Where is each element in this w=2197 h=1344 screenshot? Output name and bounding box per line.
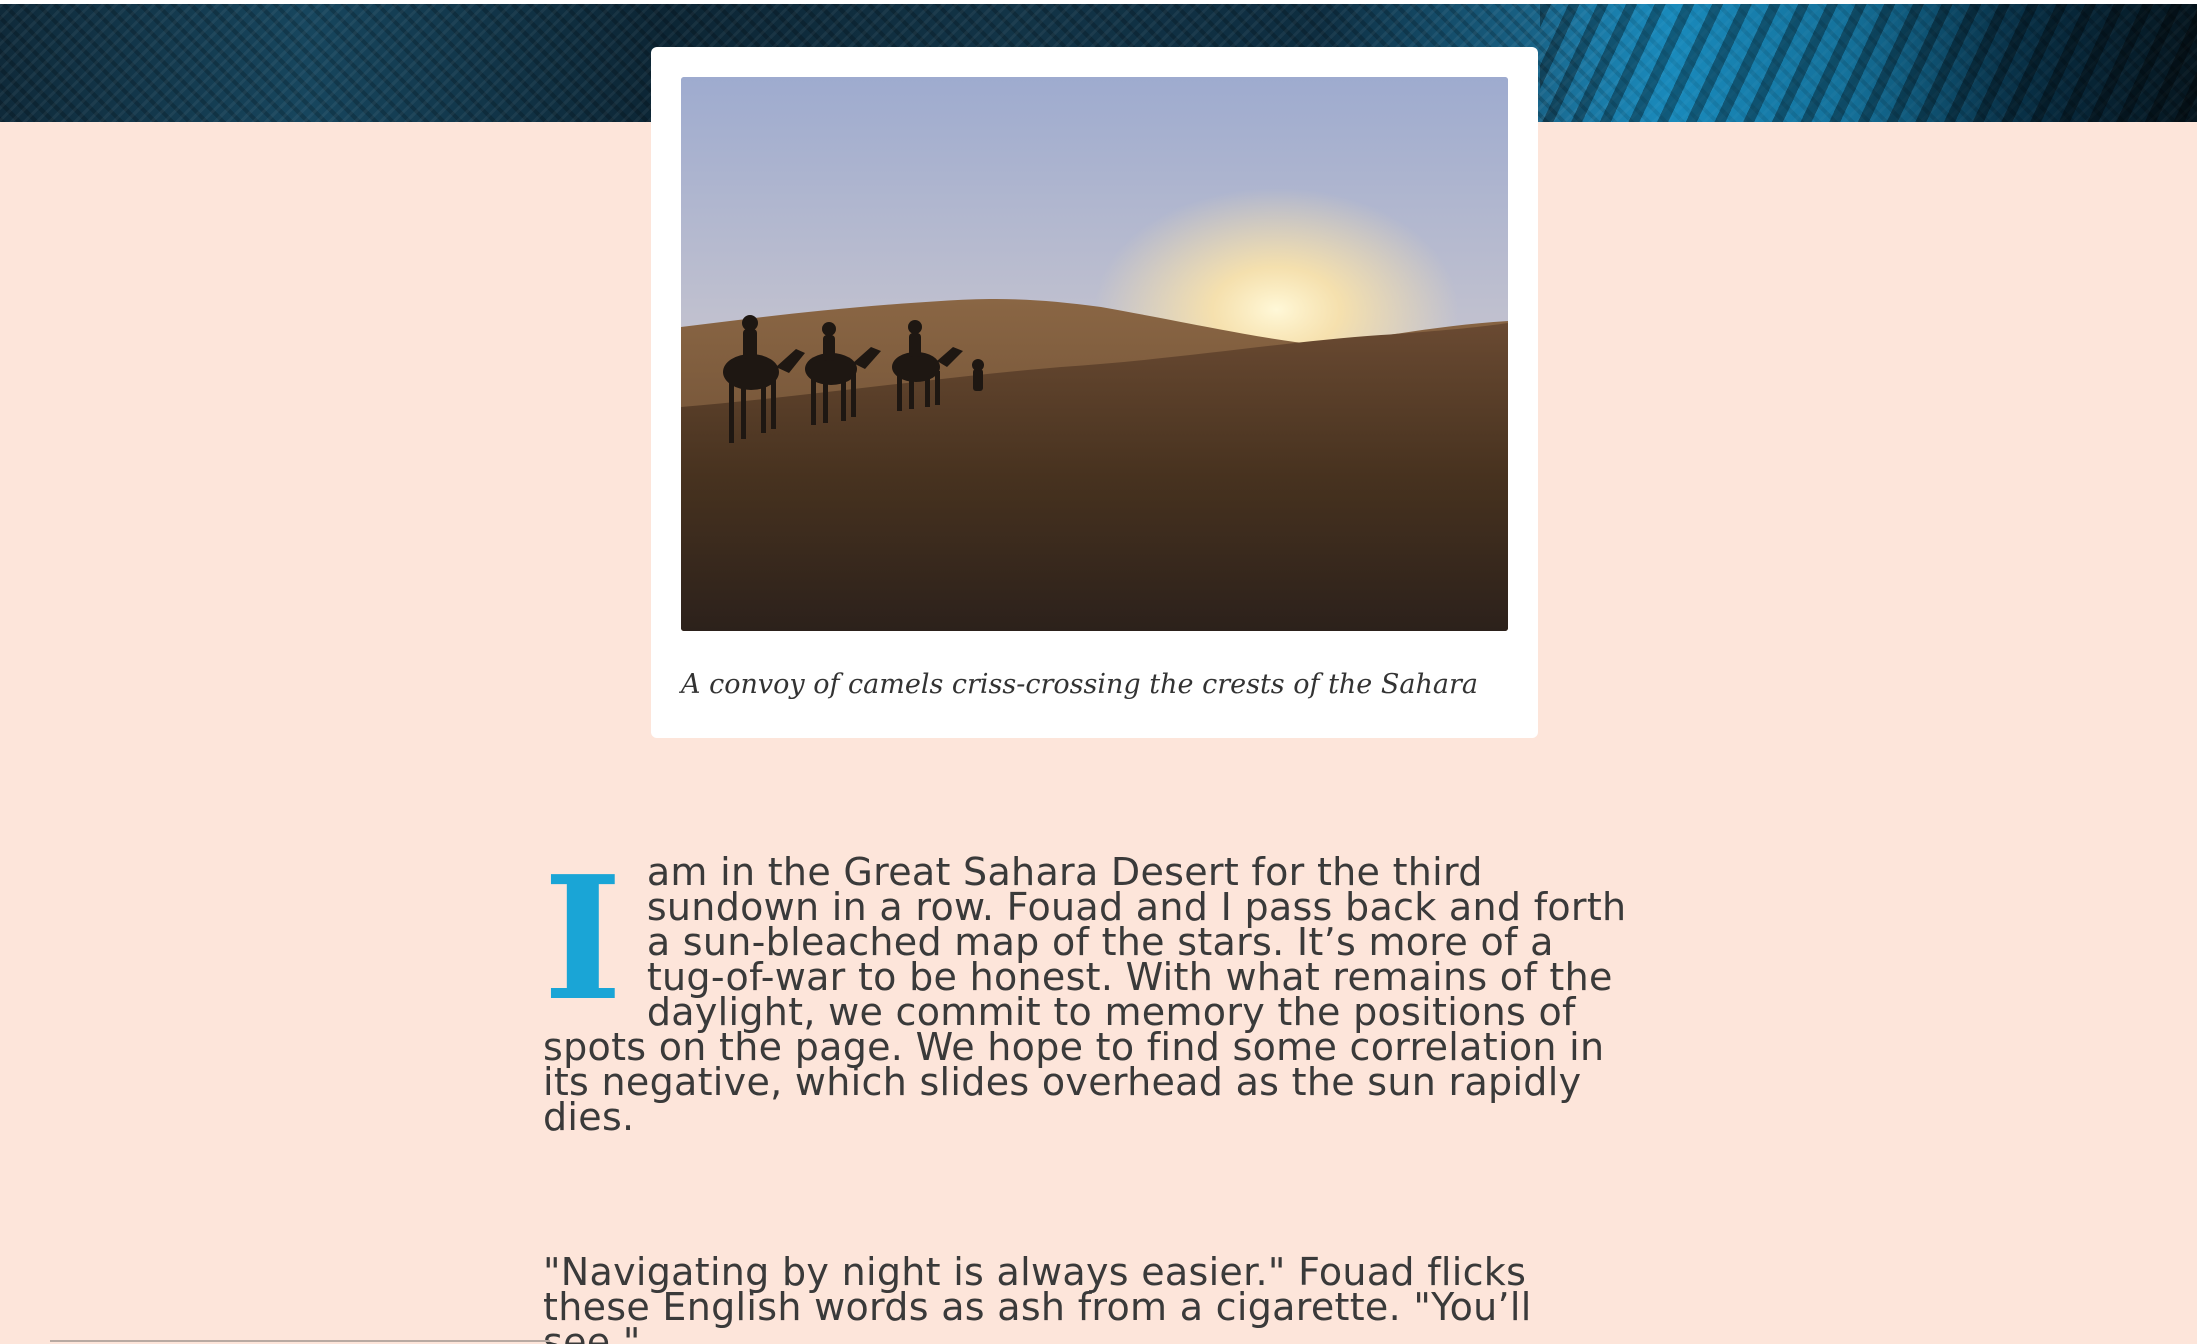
figure-caption: A convoy of camels criss-crossing the cr…: [681, 669, 1478, 700]
bottom-divider: [50, 1340, 550, 1342]
article-paragraph-2: "Navigating by night is always easier." …: [543, 1250, 1532, 1344]
article-body: I am in the Great Sahara Desert for the …: [543, 839, 1633, 1344]
figure-card: A convoy of camels criss-crossing the cr…: [651, 47, 1538, 738]
paragraph-1-text: am in the Great Sahara Desert for the th…: [543, 850, 1627, 1139]
desert-camels-photo: [681, 77, 1508, 631]
article-paragraph-1: I am in the Great Sahara Desert for the …: [543, 839, 1633, 1136]
hero-banner-shade: [1540, 4, 2197, 122]
drop-cap: I: [543, 839, 623, 1039]
desert-photo-illustration: [681, 77, 1508, 631]
